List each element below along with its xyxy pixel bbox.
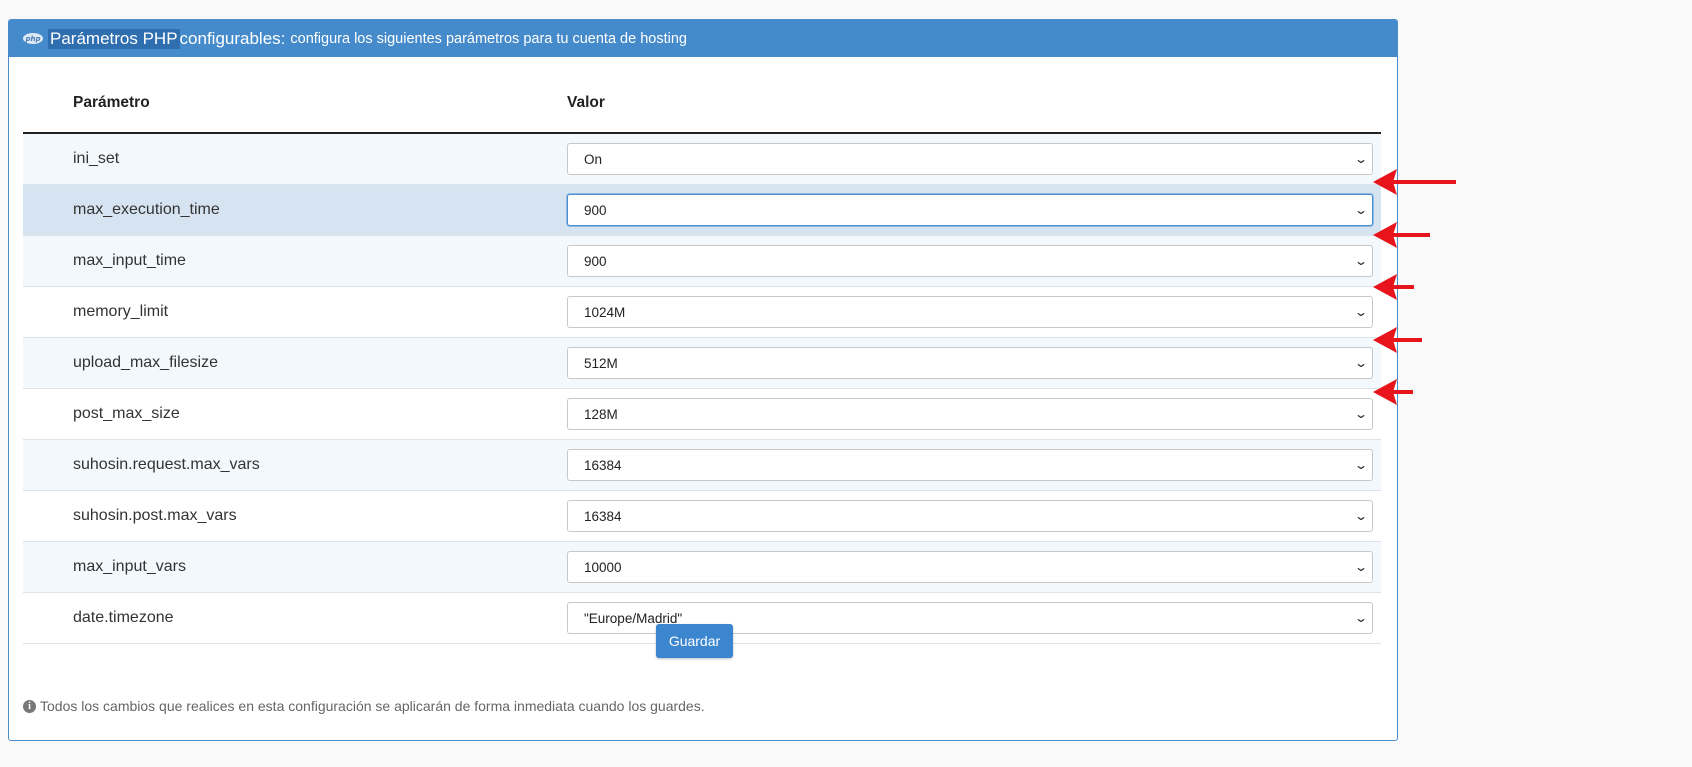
info-note-text: Todos los cambios que realices en esta c… [40, 698, 705, 714]
select-value: 900 [584, 202, 607, 218]
select-value: 1024M [584, 304, 626, 320]
chevron-down-icon: ⌄ [1353, 203, 1369, 217]
param-value-cell: 128M ⌄ [567, 388, 1381, 440]
panel-title-strong: configurables: [179, 28, 286, 48]
params-table: Parámetro Valor ini_set On ⌄ max_execution_… [23, 74, 1381, 644]
select-value: On [584, 151, 603, 167]
param-name: max_input_vars [23, 541, 567, 593]
chevron-down-icon: ⌄ [1353, 509, 1369, 523]
param-value-select[interactable]: 10000 ⌄ [567, 551, 1373, 583]
param-name: upload_max_filesize [23, 337, 567, 389]
panel-title-highlight: Parámetros PHP [48, 28, 180, 49]
table-row: upload_max_filesize 512M ⌄ [23, 337, 1381, 389]
param-name: memory_limit [23, 286, 567, 338]
param-value-select[interactable]: 900 ⌄ [567, 245, 1373, 277]
param-value-cell: 10000 ⌄ [567, 541, 1381, 593]
info-note: i Todos los cambios que realices en esta… [23, 698, 705, 714]
table-header-row: Parámetro Valor [23, 74, 1381, 134]
php-icon: php [23, 33, 43, 44]
chevron-down-icon: ⌄ [1353, 356, 1369, 370]
column-header-param: Parámetro [23, 74, 567, 134]
select-value: 16384 [584, 508, 622, 524]
table-row: memory_limit 1024M ⌄ [23, 286, 1381, 338]
select-value: 900 [584, 253, 607, 269]
chevron-down-icon: ⌄ [1353, 560, 1369, 574]
table-row: max_input_vars 10000 ⌄ [23, 541, 1381, 593]
param-value-cell: 16384 ⌄ [567, 439, 1381, 491]
param-value-select[interactable]: 16384 ⌄ [567, 449, 1373, 481]
select-value: 128M [584, 406, 618, 422]
chevron-down-icon: ⌄ [1353, 254, 1369, 268]
param-name: post_max_size [23, 388, 567, 440]
param-value-cell: 16384 ⌄ [567, 490, 1381, 542]
table-row: max_execution_time 900 ⌄ [23, 184, 1381, 236]
param-name: suhosin.request.max_vars [23, 439, 567, 491]
param-value-cell: On ⌄ [567, 133, 1381, 185]
select-value: 16384 [584, 457, 622, 473]
select-value: 10000 [584, 559, 622, 575]
table-row: post_max_size 128M ⌄ [23, 388, 1381, 440]
param-name: max_execution_time [23, 184, 567, 236]
table-row: max_input_time 900 ⌄ [23, 235, 1381, 287]
info-icon: i [23, 699, 36, 713]
param-value-cell: 1024M ⌄ [567, 286, 1381, 338]
chevron-down-icon: ⌄ [1353, 458, 1369, 472]
chevron-down-icon: ⌄ [1353, 611, 1369, 625]
param-value-cell: 900 ⌄ [567, 184, 1381, 236]
param-value-select[interactable]: 128M ⌄ [567, 398, 1373, 430]
panel-title-description: configura los siguientes parámetros para… [290, 30, 687, 47]
param-value-cell: 900 ⌄ [567, 235, 1381, 287]
chevron-down-icon: ⌄ [1353, 407, 1369, 421]
table-row: ini_set On ⌄ [23, 133, 1381, 185]
param-value-select[interactable]: On ⌄ [567, 143, 1373, 175]
param-value-select[interactable]: 900 ⌄ [567, 194, 1373, 226]
table-row: suhosin.request.max_vars 16384 ⌄ [23, 439, 1381, 491]
column-header-value: Valor [567, 74, 1381, 134]
param-name: suhosin.post.max_vars [23, 490, 567, 542]
save-button[interactable]: Guardar [656, 624, 733, 658]
table-row: suhosin.post.max_vars 16384 ⌄ [23, 490, 1381, 542]
param-value-cell: 512M ⌄ [567, 337, 1381, 389]
param-name: ini_set [23, 133, 567, 185]
select-value: 512M [584, 355, 618, 371]
panel-header: php Parámetros PHP configurables: config… [9, 20, 1397, 57]
param-value-select[interactable]: 512M ⌄ [567, 347, 1373, 379]
param-value-select[interactable]: 1024M ⌄ [567, 296, 1373, 328]
chevron-down-icon: ⌄ [1353, 305, 1369, 319]
param-value-select[interactable]: 16384 ⌄ [567, 500, 1373, 532]
chevron-down-icon: ⌄ [1353, 152, 1369, 166]
param-name: date.timezone [23, 592, 567, 644]
param-name: max_input_time [23, 235, 567, 287]
